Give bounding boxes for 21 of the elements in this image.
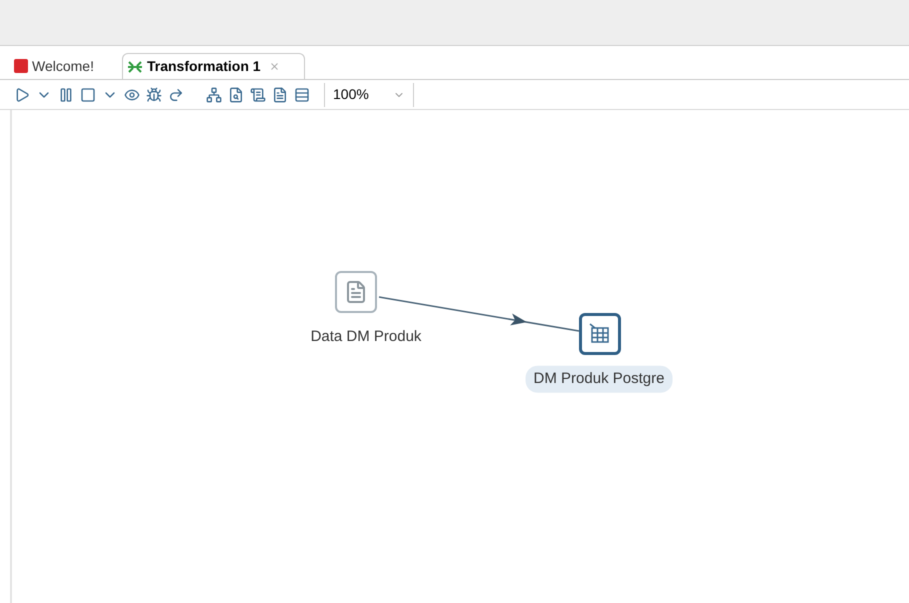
pause-icon[interactable] xyxy=(58,86,74,102)
layout-icon[interactable] xyxy=(294,86,310,102)
hop-arrow[interactable] xyxy=(378,296,580,332)
editor-tab[interactable]: Transformation 1 xyxy=(122,53,305,79)
preview-icon[interactable] xyxy=(124,86,140,102)
step-icon[interactable] xyxy=(335,271,377,313)
editor-tab[interactable]: Welcome! xyxy=(10,53,98,79)
sql-icon[interactable] xyxy=(228,86,244,102)
document-icon[interactable] xyxy=(272,86,288,102)
replay-icon[interactable] xyxy=(168,86,184,102)
step-label: Data DM Produk xyxy=(310,326,422,347)
welcome-icon xyxy=(14,59,28,73)
zoom-dropdown[interactable]: 100% xyxy=(324,82,414,106)
step-icon[interactable] xyxy=(579,313,621,355)
step-label: DM Produk Postgre xyxy=(526,366,672,392)
debug-icon[interactable] xyxy=(146,86,162,102)
run-icon[interactable] xyxy=(14,86,30,102)
stop-icon[interactable] xyxy=(80,86,96,102)
script-icon[interactable] xyxy=(250,86,266,102)
transformation-icon xyxy=(126,60,143,74)
impact-icon[interactable] xyxy=(206,86,222,102)
